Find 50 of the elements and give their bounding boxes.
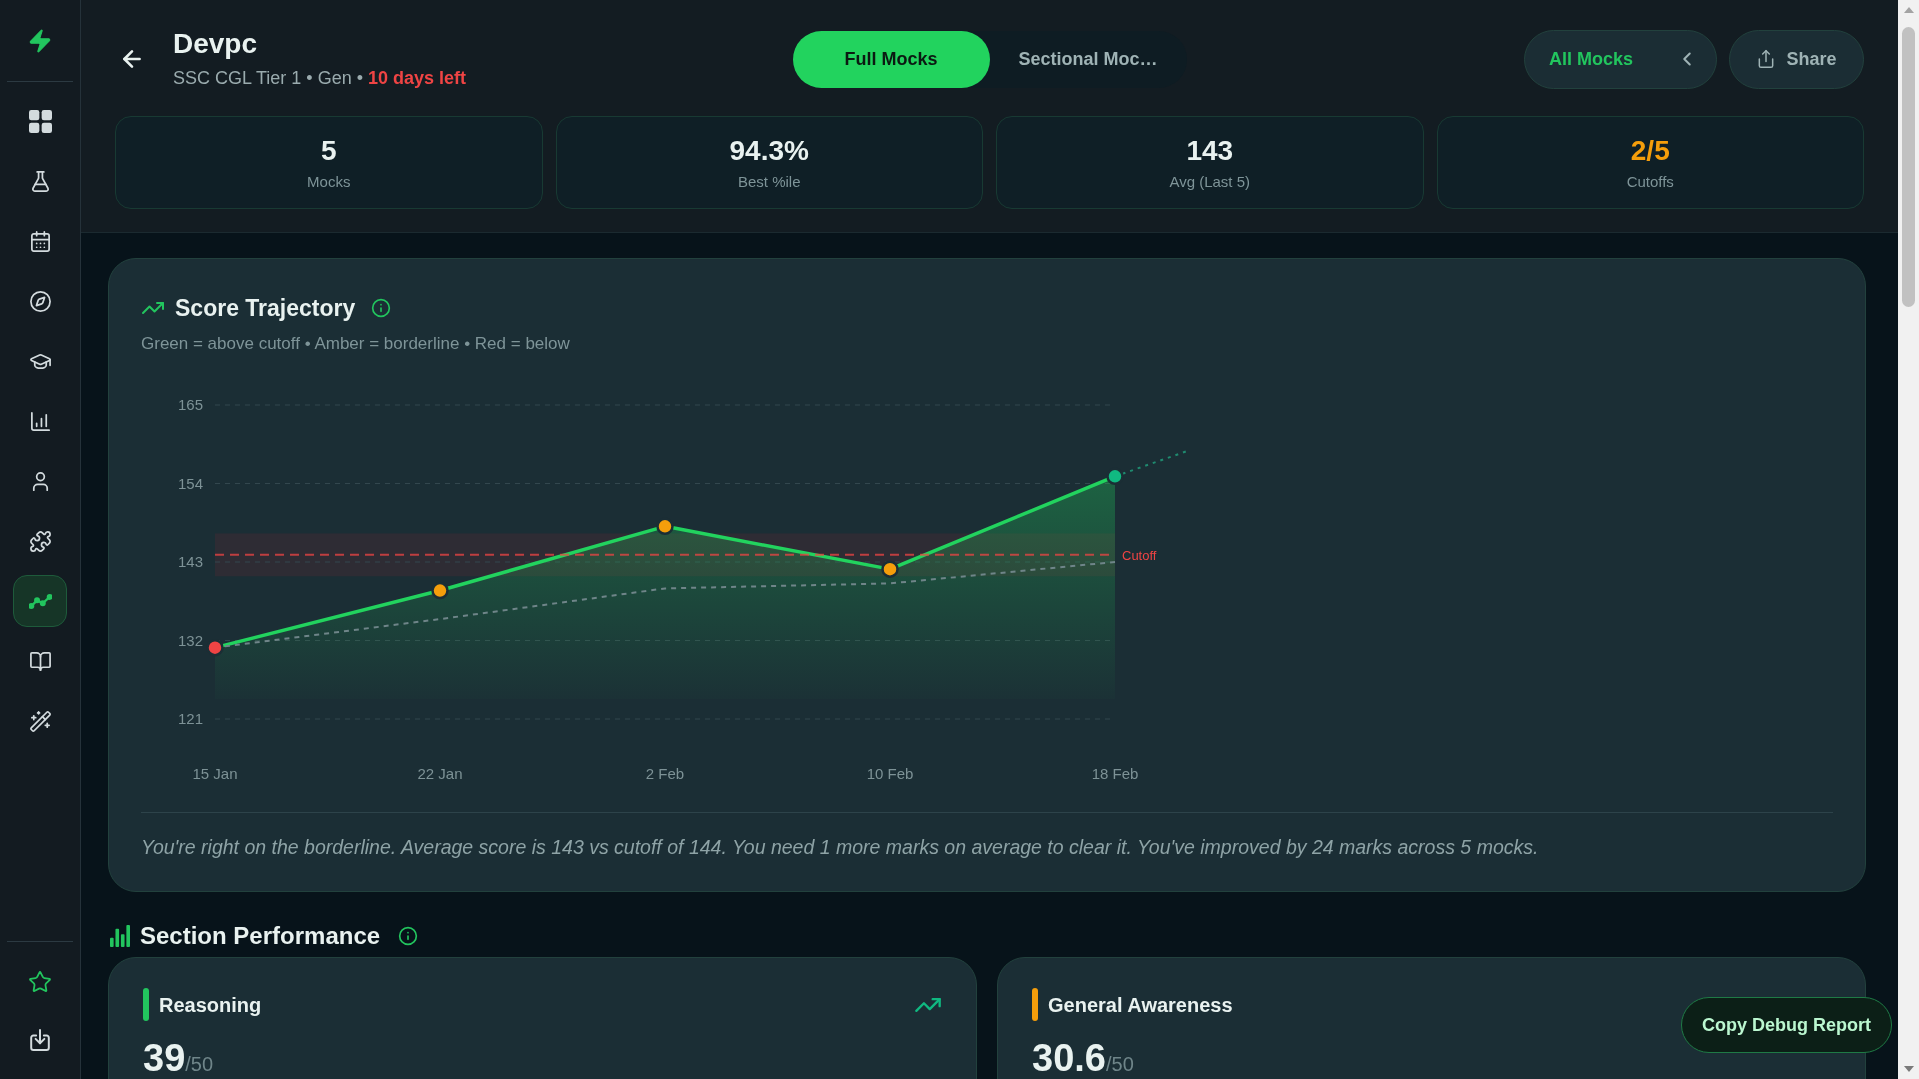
axis-label: 15 Jan — [192, 765, 238, 782]
star-icon — [28, 970, 52, 994]
section-name: General Awareness — [1048, 992, 1233, 1018]
scroll-down-icon[interactable] — [1903, 1066, 1914, 1072]
stat-label: Mocks — [307, 171, 351, 192]
stat-label: Cutoffs — [1626, 171, 1674, 192]
open-book-icon — [28, 649, 52, 673]
chart-legend-text: Green = above cutoff • Amber = borderline • Red = below — [141, 333, 571, 355]
axis-label: 143 — [177, 553, 203, 570]
stat-label: Best %ile — [738, 171, 801, 192]
filter-button[interactable]: All Mocks — [1524, 29, 1717, 89]
card-title: Score Trajectory — [175, 294, 356, 323]
magic-wand-icon — [28, 709, 52, 733]
scrollbar[interactable] — [1898, 0, 1919, 1079]
share-button[interactable]: Share — [1729, 29, 1864, 89]
grid-icon — [28, 109, 52, 133]
bar-chart-icon — [28, 409, 52, 433]
exam-details: SSC CGL Tier 1 • Gen • 10 days left — [173, 67, 467, 90]
bar-chart-icon — [110, 925, 130, 947]
stat-value: 5 — [320, 133, 337, 168]
stat-value: 2/5 — [1630, 133, 1670, 168]
axis-label: 22 Jan — [417, 765, 463, 782]
sidebar-item[interactable] — [13, 575, 67, 627]
axis-label: 2 Feb — [645, 765, 685, 782]
copy-debug-button[interactable]: Copy Debug Report — [1681, 997, 1892, 1053]
mode-tab[interactable]: Sectional Moc… — [989, 30, 1187, 88]
calendar-icon — [28, 229, 52, 253]
compass-icon — [28, 289, 52, 313]
axis-label: 18 Feb — [1091, 765, 1139, 782]
axis-label: 165 — [177, 396, 203, 413]
download-icon — [30, 1029, 50, 1051]
stat-value: 94.3% — [729, 133, 809, 168]
puzzle-piece-icon — [28, 529, 52, 553]
section-score: 30.6/50 — [1032, 1036, 1135, 1079]
info-icon — [371, 298, 392, 318]
stat-value: 143 — [1186, 133, 1234, 168]
scrollbar-thumb[interactable] — [1902, 27, 1915, 307]
page-title: Devpc — [173, 28, 259, 60]
axis-label: 132 — [177, 631, 203, 649]
stat-label: Avg (Last 5) — [1169, 171, 1251, 192]
axis-label: 154 — [177, 474, 203, 492]
section-title: Section Performance — [140, 921, 381, 951]
section-score: 39/50 — [143, 1036, 215, 1079]
mode-tab[interactable]: Full Mocks — [792, 30, 990, 88]
section-name: Reasoning — [159, 992, 262, 1018]
axis-label: 10 Feb — [866, 765, 914, 782]
axis-label: 121 — [177, 710, 203, 727]
cutoff-label: Cutoff — [1122, 547, 1157, 563]
insight-text: You're right on the borderline. Average score is 143 vs cutoff of 144. You need 1 more marks on average to clear it. You've improved by 24 marks across 5 mocks. — [141, 835, 1540, 860]
info-icon — [398, 926, 419, 946]
